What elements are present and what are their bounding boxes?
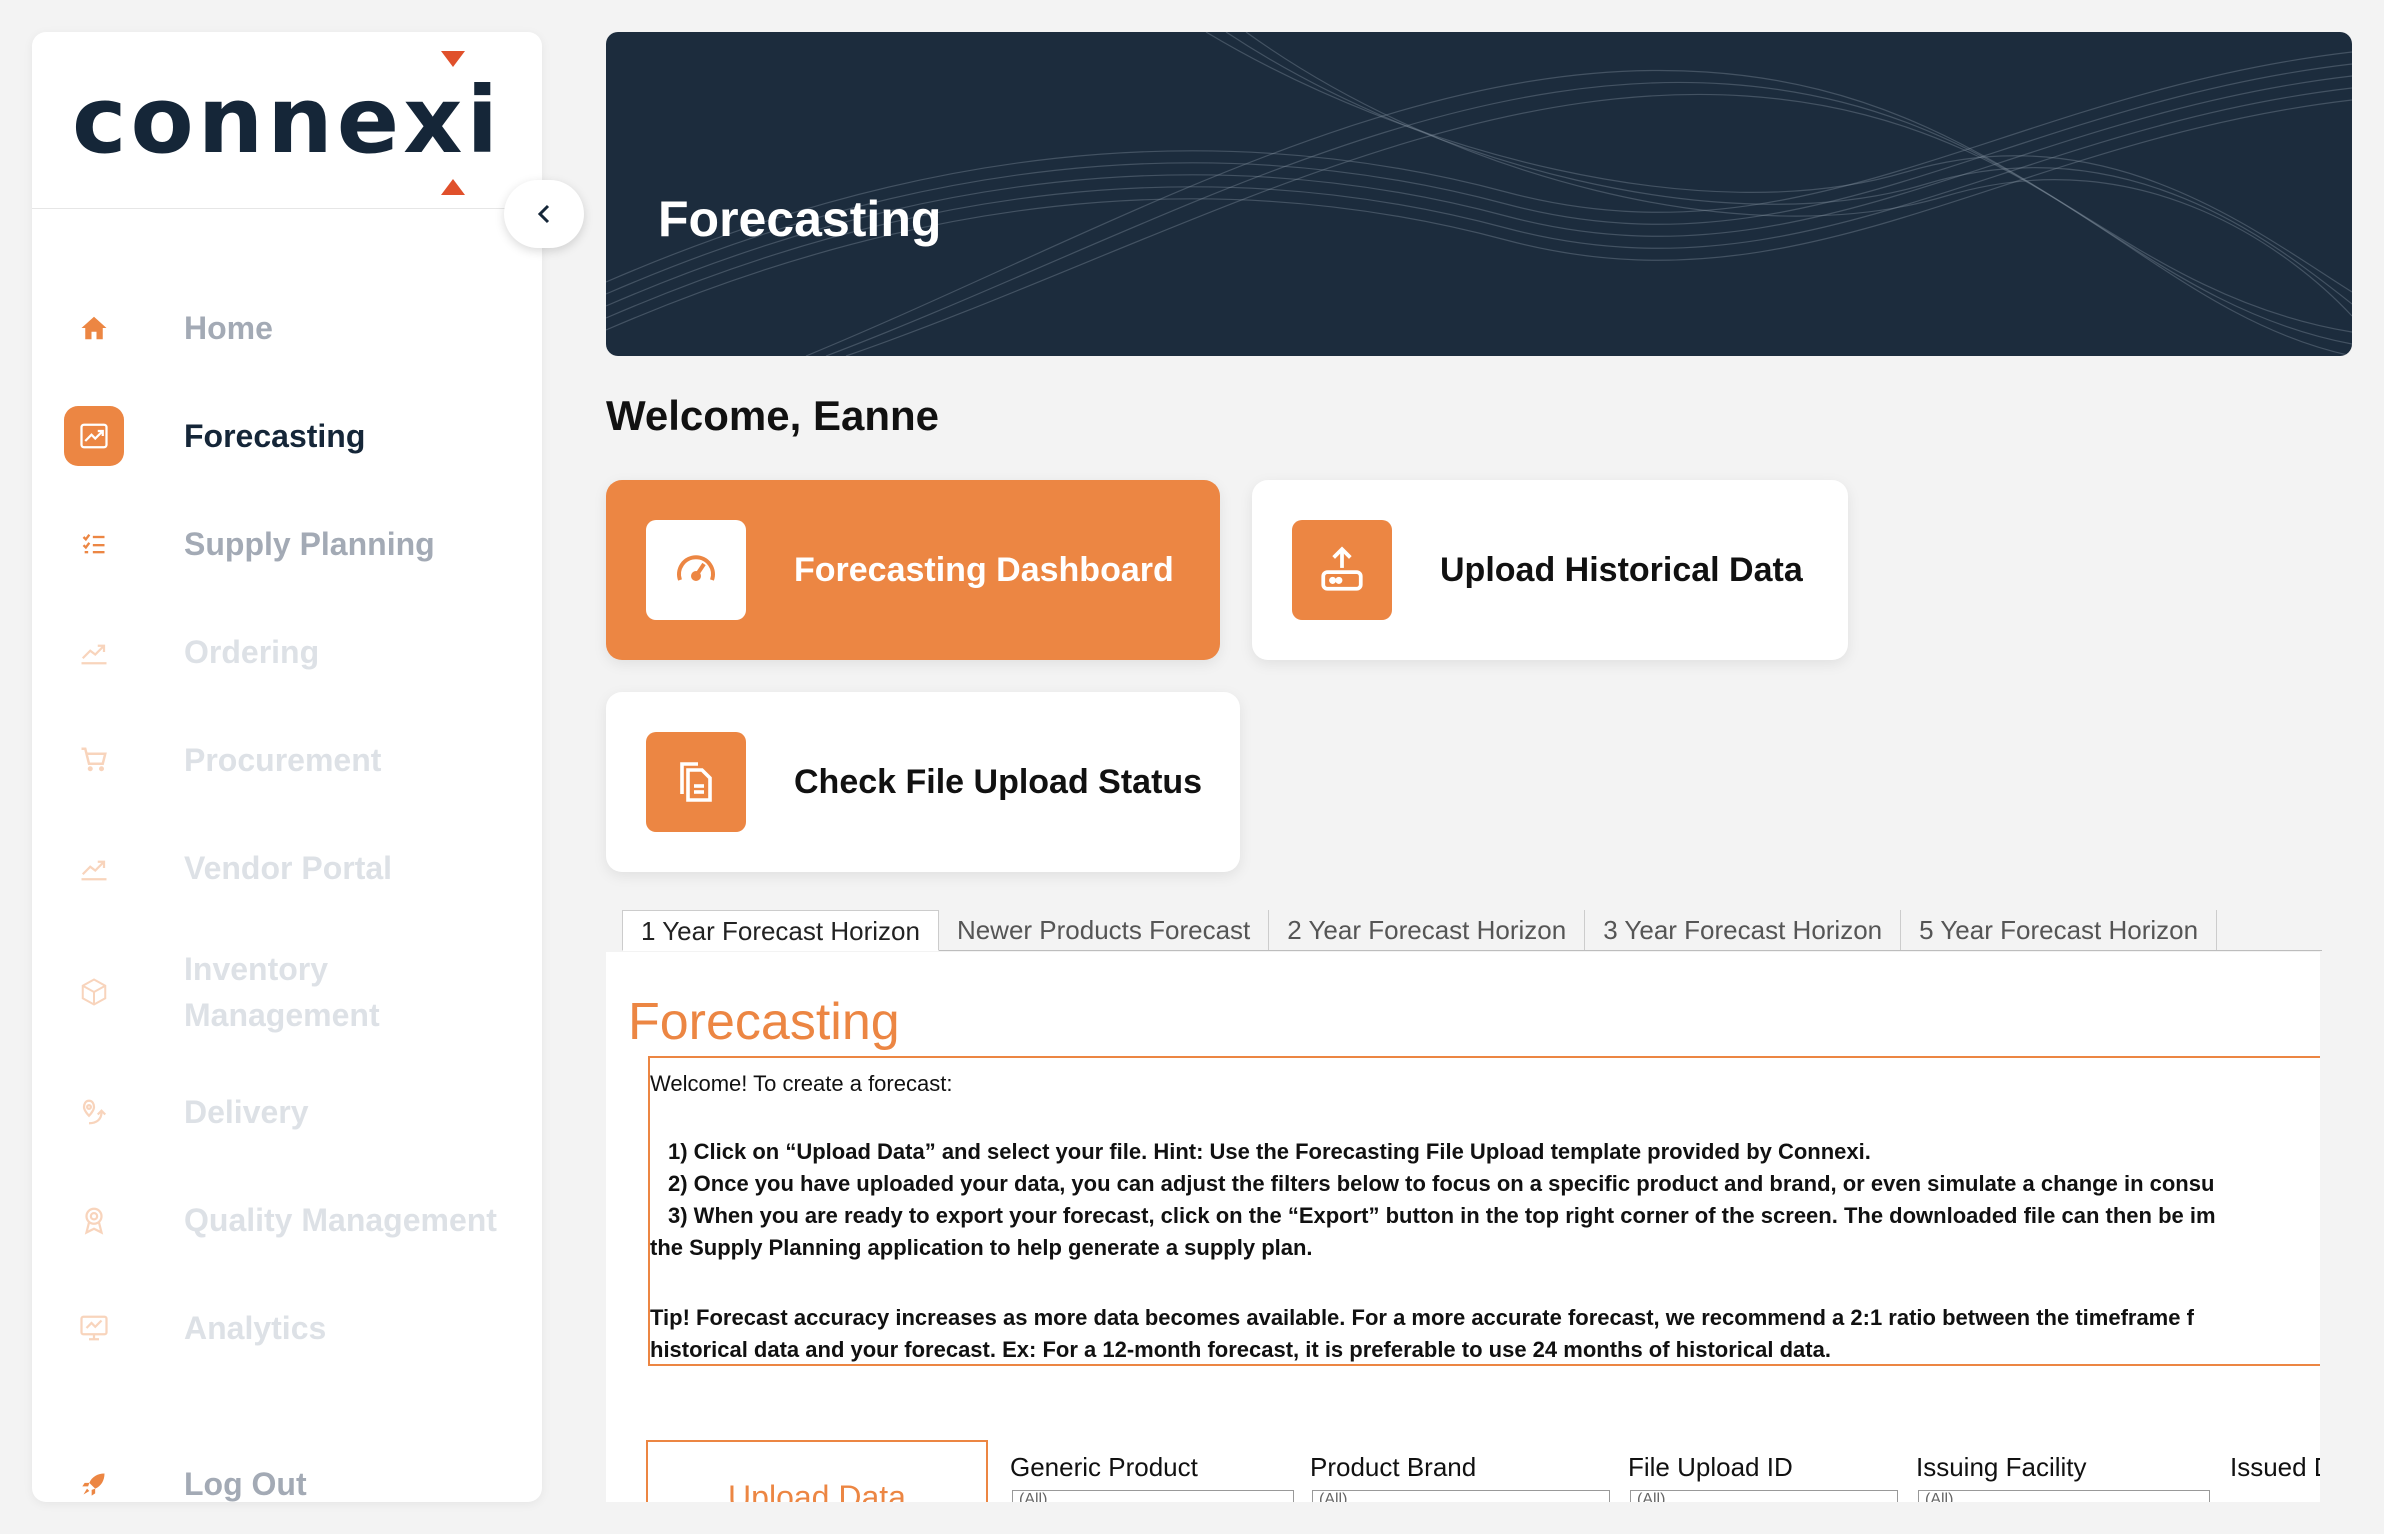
sidebar-item-label: Supply Planning bbox=[184, 526, 435, 562]
box-icon bbox=[64, 962, 124, 1022]
sidebar: connexi Home Forecasting Supply Planning bbox=[32, 32, 542, 1502]
filter-label-issued-date: Issued D bbox=[2230, 1452, 2320, 1482]
sidebar-item-supply-planning[interactable]: Supply Planning bbox=[64, 514, 435, 574]
instruction-tip: historical data and your forecast. Ex: F… bbox=[650, 1337, 1831, 1362]
filter-issuing-facility-select[interactable]: (All) bbox=[1918, 1490, 2210, 1502]
instructions-intro: Welcome! To create a forecast: bbox=[650, 1071, 953, 1096]
logout-label: Log Out bbox=[184, 1466, 307, 1502]
checklist-icon bbox=[64, 514, 124, 574]
sidebar-item-label: Delivery bbox=[184, 1094, 309, 1130]
sidebar-item-analytics[interactable]: Analytics bbox=[64, 1298, 326, 1358]
tab-2-year-forecast-horizon[interactable]: 2 Year Forecast Horizon bbox=[1269, 910, 1586, 950]
logout-button[interactable]: Log Out bbox=[64, 1454, 307, 1514]
tab-1-year-forecast-horizon[interactable]: 1 Year Forecast Horizon bbox=[622, 910, 939, 951]
filter-label-product-brand: Product Brand bbox=[1310, 1452, 1477, 1482]
filter-file-upload-id-select[interactable]: (All) bbox=[1630, 1490, 1898, 1502]
sidebar-item-home[interactable]: Home bbox=[64, 298, 273, 358]
sidebar-item-label: Analytics bbox=[184, 1310, 327, 1346]
sidebar-item-label: Inventory Management bbox=[184, 946, 380, 1038]
award-icon bbox=[64, 1190, 124, 1250]
filter-generic-product-select[interactable]: (All) bbox=[1012, 1490, 1294, 1502]
sidebar-item-label: Vendor Portal bbox=[184, 850, 393, 886]
trend-icon bbox=[64, 838, 124, 898]
card-label: Upload Historical Data bbox=[1440, 550, 1803, 589]
label-line: Inventory bbox=[184, 951, 329, 987]
gauge-icon bbox=[646, 520, 746, 620]
section-title: Forecasting bbox=[628, 993, 900, 1051]
sidebar-item-forecasting[interactable]: Forecasting bbox=[64, 406, 365, 466]
tab-3-year-forecast-horizon[interactable]: 3 Year Forecast Horizon bbox=[1585, 910, 1902, 950]
delivery-icon bbox=[64, 1082, 124, 1142]
sidebar-item-inventory-management[interactable]: Inventory Management bbox=[64, 946, 380, 1038]
instruction-step: 2) Once you have uploaded your data, you… bbox=[668, 1171, 2215, 1196]
trend-icon bbox=[64, 622, 124, 682]
sidebar-item-quality-management[interactable]: Quality Management bbox=[64, 1190, 497, 1250]
logo-area: connexi bbox=[32, 32, 542, 209]
sidebar-item-ordering[interactable]: Ordering bbox=[64, 622, 319, 682]
instruction-tip: Tip! Forecast accuracy increases as more… bbox=[650, 1305, 2194, 1330]
filter-label-file-upload-id: File Upload ID bbox=[1628, 1452, 1793, 1482]
instruction-step: the Supply Planning application to help … bbox=[650, 1235, 1313, 1260]
chevron-left-icon bbox=[537, 204, 550, 224]
card-label: Forecasting Dashboard bbox=[794, 550, 1174, 589]
card-label: Check File Upload Status bbox=[794, 762, 1203, 801]
collapse-sidebar-button[interactable] bbox=[504, 180, 584, 248]
instruction-step: 3) When you are ready to export your for… bbox=[668, 1203, 2216, 1228]
forecasting-dashboard-card[interactable]: Forecasting Dashboard bbox=[606, 480, 1220, 660]
forecast-tabs: 1 Year Forecast Horizon Newer Products F… bbox=[622, 910, 2322, 951]
upload-icon bbox=[1292, 520, 1392, 620]
monitor-icon bbox=[64, 1298, 124, 1358]
instruction-step: 1) Click on “Upload Data” and select you… bbox=[668, 1139, 1871, 1164]
instructions-box: Welcome! To create a forecast: 1) Click … bbox=[648, 1056, 2320, 1366]
filter-product-brand-select[interactable]: (All) bbox=[1312, 1490, 1610, 1502]
sidebar-item-delivery[interactable]: Delivery bbox=[64, 1082, 309, 1142]
upload-data-button[interactable]: Upload Data bbox=[646, 1440, 988, 1502]
sidebar-item-label: Forecasting bbox=[184, 418, 366, 454]
logo-mark-icon bbox=[441, 50, 465, 195]
sidebar-item-label: Procurement bbox=[184, 742, 382, 778]
sidebar-item-procurement[interactable]: Procurement bbox=[64, 730, 381, 790]
rocket-icon bbox=[64, 1454, 124, 1514]
sidebar-item-label: Home bbox=[184, 310, 273, 346]
sidebar-item-label: Quality Management bbox=[184, 1202, 497, 1238]
files-icon bbox=[646, 732, 746, 832]
label-line: Management bbox=[184, 997, 380, 1033]
filter-label-issuing-facility: Issuing Facility bbox=[1916, 1452, 2087, 1482]
dashboard-panel: Forecasting Welcome! To create a forecas… bbox=[606, 952, 2320, 1502]
welcome-heading: Welcome, Eanne bbox=[606, 392, 940, 439]
sidebar-item-vendor-portal[interactable]: Vendor Portal bbox=[64, 838, 392, 898]
tab-5-year-forecast-horizon[interactable]: 5 Year Forecast Horizon bbox=[1901, 910, 2218, 950]
filter-label-generic-product: Generic Product bbox=[1010, 1452, 1198, 1482]
home-icon bbox=[64, 298, 124, 358]
check-file-upload-status-card[interactable]: Check File Upload Status bbox=[606, 692, 1240, 872]
tab-newer-products-forecast[interactable]: Newer Products Forecast bbox=[939, 910, 1270, 950]
trend-icon bbox=[64, 406, 124, 466]
cart-icon bbox=[64, 730, 124, 790]
connexi-logo[interactable]: connexi bbox=[72, 50, 502, 195]
sidebar-item-label: Ordering bbox=[184, 634, 320, 670]
upload-historical-data-card[interactable]: Upload Historical Data bbox=[1252, 480, 1848, 660]
page-banner: Forecasting bbox=[606, 32, 2352, 356]
banner-title: Forecasting bbox=[658, 191, 942, 247]
